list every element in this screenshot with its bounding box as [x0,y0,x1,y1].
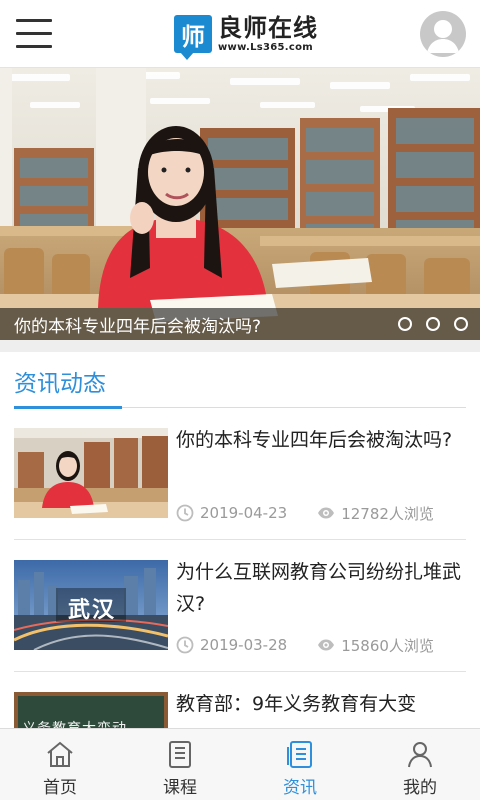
eye-icon [317,504,335,522]
banner-image [0,68,480,340]
news-views: 12782人浏览 [317,503,434,524]
banner-carousel[interactable]: 你的本科专业四年后会被淘汰吗? [0,68,480,340]
user-avatar-icon[interactable] [420,11,466,57]
news-date: 2019-04-23 [200,504,288,522]
tab-news[interactable]: 资讯 [240,729,360,800]
tab-courses[interactable]: 课程 [120,729,240,800]
news-date: 2019-03-28 [200,636,288,654]
news-title[interactable]: 你的本科专业四年后会被淘汰吗? [176,424,466,456]
news-view-count: 12782人浏览 [341,504,434,523]
tab-label: 我的 [403,778,437,798]
wuhan-city-thumbnail: 武汉 [14,560,168,650]
carousel-dot[interactable] [454,317,468,331]
logo-mark: 师 [174,15,212,60]
news-list-item[interactable]: 你的本科专业四年后会被淘汰吗? 2019-04-23 12782人浏览 [14,408,466,540]
news-views: 15860人浏览 [317,635,434,656]
banner-caption-bar: 你的本科专业四年后会被淘汰吗? [0,308,480,340]
clock-icon [176,504,194,522]
carousel-indicators [398,317,468,331]
logo-name: 良师在线 [218,13,318,42]
section-title: 资讯动态 [14,371,106,397]
bottom-tab-bar: 首页 课程 资讯 我的 [0,728,480,800]
news-view-count: 15860人浏览 [341,636,434,655]
news-title[interactable]: 教育部：9年义务教育有大变 [176,688,466,720]
hamburger-menu-icon[interactable] [16,18,52,50]
logo-url: www.Ls365.com [218,41,313,53]
news-list-icon [285,739,315,769]
news-meta: 2019-03-28 15860人浏览 [176,634,434,656]
news-section: 资讯动态 你的本科专业四年后会被淘汰吗? 2019-04-23 12782人浏览… [0,352,480,728]
tab-label: 资讯 [283,778,317,798]
news-list-item[interactable]: 义务教育大变动 教育部：9年义务教育有大变 [14,672,466,728]
logo-text: 良师在线 www.Ls365.com [218,16,318,53]
clock-icon [176,636,194,654]
tab-home[interactable]: 首页 [0,729,120,800]
tab-profile[interactable]: 我的 [360,729,480,800]
eye-icon [317,636,335,654]
carousel-dot[interactable] [426,317,440,331]
app-screen: 师 良师在线 www.Ls365.com 你的本科专业四年后会被淘汰吗? 资讯动… [0,0,480,800]
section-header: 资讯动态 [14,352,466,409]
student-library-thumbnail [14,428,168,518]
brand-logo[interactable]: 师 良师在线 www.Ls365.com [174,12,318,60]
tab-label: 课程 [163,778,197,798]
thumb-label: 武汉 [68,598,117,623]
news-meta: 2019-04-23 12782人浏览 [176,502,434,524]
news-title[interactable]: 为什么互联网教育公司纷纷扎堆武汉? [176,556,466,620]
course-book-icon [165,739,195,769]
banner-title[interactable]: 你的本科专业四年后会被淘汰吗? [14,312,261,337]
top-header: 师 良师在线 www.Ls365.com [0,0,480,68]
thumb-label: 义务教育大变动 [22,718,162,728]
home-icon [45,739,75,769]
profile-icon [405,739,435,769]
blackboard-thumbnail: 义务教育大变动 [14,692,168,728]
news-list-item[interactable]: 武汉 为什么互联网教育公司纷纷扎堆武汉? 2019-03-28 15860人浏览 [14,540,466,672]
tab-label: 首页 [43,778,77,798]
carousel-dot[interactable] [398,317,412,331]
